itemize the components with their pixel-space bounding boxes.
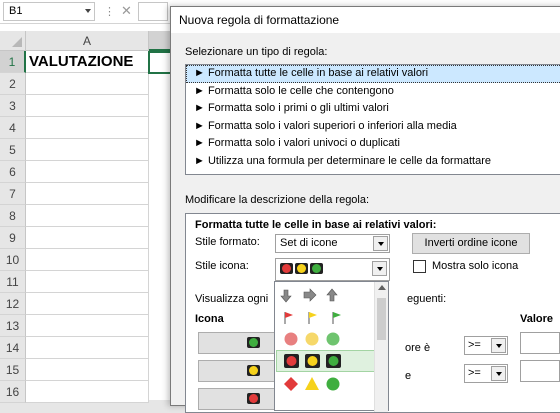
cell[interactable] bbox=[26, 337, 149, 359]
chevron-down-icon[interactable] bbox=[491, 338, 506, 353]
condition-icon-button[interactable] bbox=[198, 360, 278, 382]
name-box[interactable]: B1 bbox=[3, 2, 95, 21]
cell[interactable] bbox=[26, 293, 149, 315]
row-header[interactable]: 5 bbox=[0, 139, 26, 161]
condition-text: e bbox=[405, 370, 412, 382]
column-header-a[interactable]: A bbox=[26, 31, 149, 51]
cell[interactable] bbox=[26, 161, 149, 183]
dropdown-scrollbar[interactable] bbox=[374, 282, 388, 412]
cell[interactable] bbox=[26, 117, 149, 139]
cell[interactable] bbox=[26, 73, 149, 95]
condition-text: ore è bbox=[405, 342, 431, 354]
operator-select[interactable]: >= bbox=[464, 336, 508, 355]
reverse-icon-order-button[interactable]: Inverti ordine icone bbox=[412, 233, 530, 254]
cell[interactable] bbox=[26, 315, 149, 337]
icon-style-label: Stile icona: bbox=[195, 260, 249, 272]
row-header[interactable]: 3 bbox=[0, 95, 26, 117]
cancel-icon[interactable]: ✕ bbox=[121, 3, 132, 19]
row-header[interactable]: 12 bbox=[0, 293, 26, 315]
scrollbar-thumb[interactable] bbox=[377, 298, 386, 340]
condition-icon-button[interactable] bbox=[198, 332, 278, 354]
rule-type-list[interactable]: ► Formatta tutte le celle in base ai rel… bbox=[185, 64, 560, 175]
rule-type-item[interactable]: ► Formatta tutte le celle in base ai rel… bbox=[186, 65, 560, 83]
row-header[interactable]: 13 bbox=[0, 315, 26, 337]
value-input[interactable] bbox=[520, 360, 560, 382]
traffic-light-green-icon bbox=[310, 262, 323, 274]
cell[interactable] bbox=[26, 359, 149, 381]
traffic-light-red-icon bbox=[280, 262, 293, 274]
traffic-light-red-icon bbox=[247, 393, 260, 404]
cell[interactable] bbox=[26, 139, 149, 161]
cell[interactable] bbox=[26, 271, 149, 293]
rule-type-item[interactable]: ► Formatta solo i valori univoci o dupli… bbox=[186, 135, 560, 153]
chevron-down-icon[interactable] bbox=[372, 261, 387, 276]
cell[interactable] bbox=[26, 205, 149, 227]
icon-set-option-3-flags[interactable] bbox=[276, 306, 375, 328]
row-header[interactable]: 1 bbox=[0, 51, 26, 73]
rule-type-item[interactable]: ► Utilizza una formula per determinare l… bbox=[186, 153, 560, 171]
row-header[interactable]: 2 bbox=[0, 73, 26, 95]
icon-set-option-3-traffic-lights-rimmed[interactable] bbox=[276, 350, 375, 372]
name-box-value: B1 bbox=[9, 5, 23, 17]
icon-set-option-3-traffic-lights-unrimmed[interactable] bbox=[276, 328, 375, 350]
row-header[interactable]: 6 bbox=[0, 161, 26, 183]
traffic-lights-rimmed-icon bbox=[284, 354, 341, 368]
value-column-header: Valore bbox=[520, 313, 554, 325]
row-header[interactable]: 15 bbox=[0, 359, 26, 381]
format-style-select[interactable]: Set di icone bbox=[275, 234, 390, 253]
traffic-lights-unrimmed-icon bbox=[284, 332, 340, 346]
traffic-light-yellow-icon bbox=[295, 262, 308, 274]
icon-column-header: Icona bbox=[195, 313, 224, 325]
rule-type-label: Selezionare un tipo di regola: bbox=[185, 46, 328, 58]
row-header[interactable]: 14 bbox=[0, 337, 26, 359]
description-label: Modificare la descrizione della regola: bbox=[185, 194, 370, 206]
name-box-dropdown-icon[interactable] bbox=[85, 9, 91, 13]
display-each-icon-label: Visualizza ogni bbox=[195, 293, 269, 305]
icon-style-dropdown[interactable] bbox=[274, 281, 389, 412]
signs-icon bbox=[284, 377, 340, 391]
cell[interactable] bbox=[26, 227, 149, 249]
icon-style-select[interactable] bbox=[275, 258, 390, 281]
chevron-down-icon[interactable] bbox=[491, 366, 506, 381]
row-header[interactable]: 10 bbox=[0, 249, 26, 271]
cell[interactable] bbox=[26, 95, 149, 117]
row-header[interactable]: 7 bbox=[0, 183, 26, 205]
traffic-light-green-icon bbox=[247, 337, 260, 348]
cell[interactable] bbox=[26, 249, 149, 271]
scroll-up-icon[interactable] bbox=[378, 285, 386, 290]
formula-bar-grip-icon: ⋮ bbox=[104, 6, 116, 18]
operator-select[interactable]: >= bbox=[464, 364, 508, 383]
format-style-label: Stile formato: bbox=[195, 236, 260, 248]
rule-type-item[interactable]: ► Formatta solo i primi o gli ultimi val… bbox=[186, 100, 560, 118]
formula-input[interactable] bbox=[138, 2, 168, 21]
display-each-icon-label-tail: eguenti: bbox=[407, 293, 447, 305]
operator-value: >= bbox=[468, 367, 481, 379]
operator-value: >= bbox=[468, 339, 481, 351]
cell[interactable] bbox=[26, 183, 149, 205]
dialog-title: Nuova regola di formattazione bbox=[171, 7, 560, 33]
row-header[interactable]: 8 bbox=[0, 205, 26, 227]
show-icon-only-checkbox[interactable] bbox=[413, 260, 426, 273]
value-input[interactable] bbox=[520, 332, 560, 354]
icon-set-option-3-signs[interactable] bbox=[276, 373, 375, 395]
traffic-light-yellow-icon bbox=[247, 365, 260, 376]
row-header[interactable]: 9 bbox=[0, 227, 26, 249]
format-style-value: Set di icone bbox=[280, 237, 338, 249]
new-formatting-rule-dialog: Nuova regola di formattazione Selezionar… bbox=[170, 6, 560, 413]
row-header[interactable]: 4 bbox=[0, 117, 26, 139]
rule-type-item[interactable]: ► Formatta solo le celle che contengono bbox=[186, 83, 560, 101]
chevron-down-icon[interactable] bbox=[373, 236, 388, 251]
icon-set-option-3-arrows[interactable] bbox=[276, 284, 375, 306]
cell-a1[interactable]: VALUTAZIONE bbox=[26, 51, 149, 73]
flags-icon bbox=[284, 312, 341, 324]
show-icon-only-label: Mostra solo icona bbox=[432, 260, 519, 272]
description-heading: Formatta tutte le celle in base ai relat… bbox=[195, 219, 437, 231]
row-header[interactable]: 11 bbox=[0, 271, 26, 293]
rule-type-item[interactable]: ► Formatta solo i valori superiori o inf… bbox=[186, 118, 560, 136]
arrows-gray-icon bbox=[280, 288, 338, 303]
condition-icon-button[interactable] bbox=[198, 388, 278, 410]
select-all-button[interactable] bbox=[0, 31, 26, 51]
